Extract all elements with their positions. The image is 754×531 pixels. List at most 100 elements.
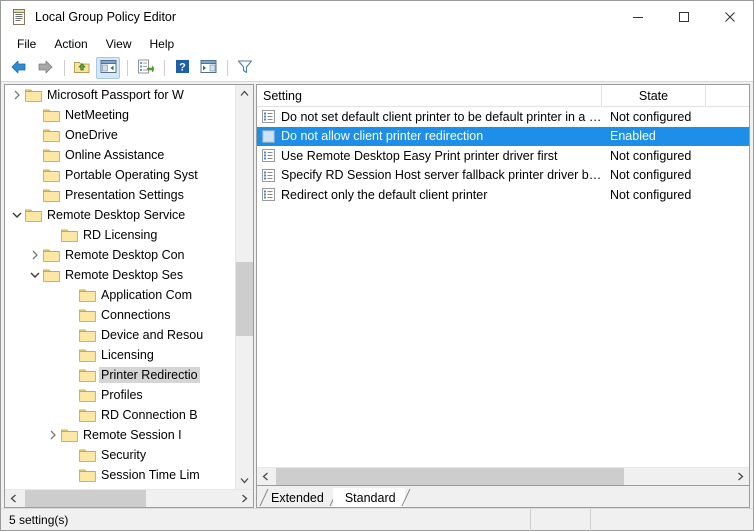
back-button[interactable] — [7, 57, 31, 79]
tree-horizontal-scrollbar[interactable] — [5, 489, 253, 507]
tree-node[interactable]: Licensing — [5, 345, 235, 365]
tab-slash-right-icon — [401, 488, 411, 507]
table-row[interactable]: Use Remote Desktop Easy Print printer dr… — [257, 146, 749, 166]
toolbar-separator — [64, 60, 65, 76]
tab-standard[interactable]: Standard — [332, 488, 411, 507]
status-cell-2 — [531, 508, 591, 531]
scroll-left-icon[interactable] — [5, 490, 22, 507]
tree-node-label: Remote Session I — [83, 428, 182, 442]
tab-extended-label: Extended — [271, 490, 324, 505]
chevron-right-icon[interactable] — [45, 427, 61, 443]
console-tree[interactable]: Microsoft Passport for W NetMeeting OneDri… — [5, 85, 235, 489]
console-tree-pane: Microsoft Passport for W NetMeeting OneDri… — [4, 84, 254, 508]
folder-icon — [79, 368, 96, 382]
close-button[interactable] — [707, 1, 753, 33]
folder-icon — [43, 148, 60, 162]
policy-setting-icon — [262, 188, 275, 202]
list-hscroll-track[interactable] — [274, 468, 732, 485]
tree-node[interactable]: Device and Resou — [5, 325, 235, 345]
chevron-down-icon[interactable] — [9, 207, 25, 223]
tree-node-label: Portable Operating Syst — [65, 168, 198, 182]
tree-node[interactable]: OneDrive — [5, 125, 235, 145]
tree-node[interactable]: Remote Desktop Service — [5, 205, 235, 225]
tree-node[interactable]: RD Licensing — [5, 225, 235, 245]
menu-file[interactable]: File — [8, 35, 45, 53]
tree-node[interactable]: Application Com — [5, 285, 235, 305]
tree-hscroll-thumb[interactable] — [25, 490, 146, 507]
up-folder-button[interactable] — [70, 57, 94, 79]
status-cell-3 — [591, 509, 753, 531]
table-row[interactable]: Do not allow client printer redirection E… — [257, 126, 749, 146]
settings-list[interactable]: Do not set default client printer to be … — [257, 107, 749, 467]
menu-help[interactable]: Help — [141, 35, 184, 53]
chevron-right-icon[interactable] — [27, 247, 43, 263]
chevron-down-icon[interactable] — [27, 267, 43, 283]
scroll-left-icon[interactable] — [257, 468, 274, 485]
export-list-button[interactable] — [133, 57, 157, 79]
menu-view[interactable]: View — [97, 35, 141, 53]
filter-icon — [237, 59, 253, 77]
list-hscroll-thumb[interactable] — [276, 468, 624, 485]
show-hide-tree-button[interactable] — [96, 57, 120, 79]
tree-node[interactable]: RD Connection B — [5, 405, 235, 425]
chevron-right-icon[interactable] — [9, 87, 25, 103]
show-action-pane-button[interactable] — [196, 57, 220, 79]
tree-vscroll-thumb[interactable] — [236, 262, 253, 336]
scroll-down-icon[interactable] — [236, 472, 253, 489]
filter-button[interactable] — [233, 57, 257, 79]
tree-node[interactable]: NetMeeting — [5, 105, 235, 125]
tree-node[interactable]: Profiles — [5, 385, 235, 405]
column-header-setting[interactable]: Setting — [257, 85, 602, 106]
svg-text:?: ? — [179, 62, 186, 74]
tree-node-label: NetMeeting — [65, 108, 129, 122]
scroll-up-icon[interactable] — [236, 85, 253, 102]
folder-icon — [61, 428, 78, 442]
tree-node[interactable]: Session Time Lim — [5, 465, 235, 485]
tree-node[interactable]: Remote Session I — [5, 425, 235, 445]
window-controls — [615, 1, 753, 33]
tree-vscroll-track[interactable] — [236, 102, 253, 472]
setting-state: Not configured — [610, 109, 692, 124]
maximize-button[interactable] — [661, 1, 707, 33]
tab-extended[interactable]: Extended — [259, 488, 339, 507]
tree-node[interactable]: Printer Redirectio — [5, 365, 235, 385]
tree-node[interactable]: Remote Desktop Ses — [5, 265, 235, 285]
tree-node[interactable]: Remote Desktop Con — [5, 245, 235, 265]
folder-icon — [79, 388, 96, 402]
table-row[interactable]: Do not set default client printer to be … — [257, 107, 749, 127]
setting-name: Use Remote Desktop Easy Print printer dr… — [281, 148, 558, 163]
minimize-button[interactable] — [615, 1, 661, 33]
policy-setting-icon — [262, 149, 275, 163]
console-tree-body: Microsoft Passport for W NetMeeting OneDri… — [5, 85, 253, 489]
tree-node[interactable]: Security — [5, 445, 235, 465]
tree-node[interactable]: Presentation Settings — [5, 185, 235, 205]
export-list-icon — [137, 59, 154, 77]
table-row[interactable]: Redirect only the default client printer… — [257, 185, 749, 205]
tree-node[interactable]: Microsoft Passport for W — [5, 85, 235, 105]
tree-node[interactable]: Online Assistance — [5, 145, 235, 165]
tree-hscroll-track[interactable] — [22, 490, 236, 507]
column-header-state[interactable]: State — [602, 85, 706, 106]
tree-node-label: Remote Desktop Service — [47, 208, 186, 222]
help-button[interactable]: ? — [170, 57, 194, 79]
toolbar-separator — [164, 60, 165, 76]
tree-vertical-scrollbar[interactable] — [235, 85, 253, 489]
toolbar-separator — [127, 60, 128, 76]
window-title: Local Group Policy Editor — [35, 10, 177, 24]
tree-node[interactable]: Portable Operating Syst — [5, 165, 235, 185]
menu-action[interactable]: Action — [45, 35, 96, 53]
setting-state: Enabled — [610, 129, 656, 144]
forward-button[interactable] — [33, 57, 57, 79]
list-horizontal-scrollbar[interactable] — [257, 467, 749, 485]
scroll-right-icon[interactable] — [236, 490, 253, 507]
setting-state: Not configured — [610, 148, 692, 163]
table-row[interactable]: Specify RD Session Host server fallback … — [257, 166, 749, 186]
scroll-right-icon[interactable] — [732, 468, 749, 485]
tree-node[interactable]: Connections — [5, 305, 235, 325]
list-column-headers: Setting State — [257, 85, 749, 107]
view-tabs: Extended Standard — [257, 485, 749, 507]
